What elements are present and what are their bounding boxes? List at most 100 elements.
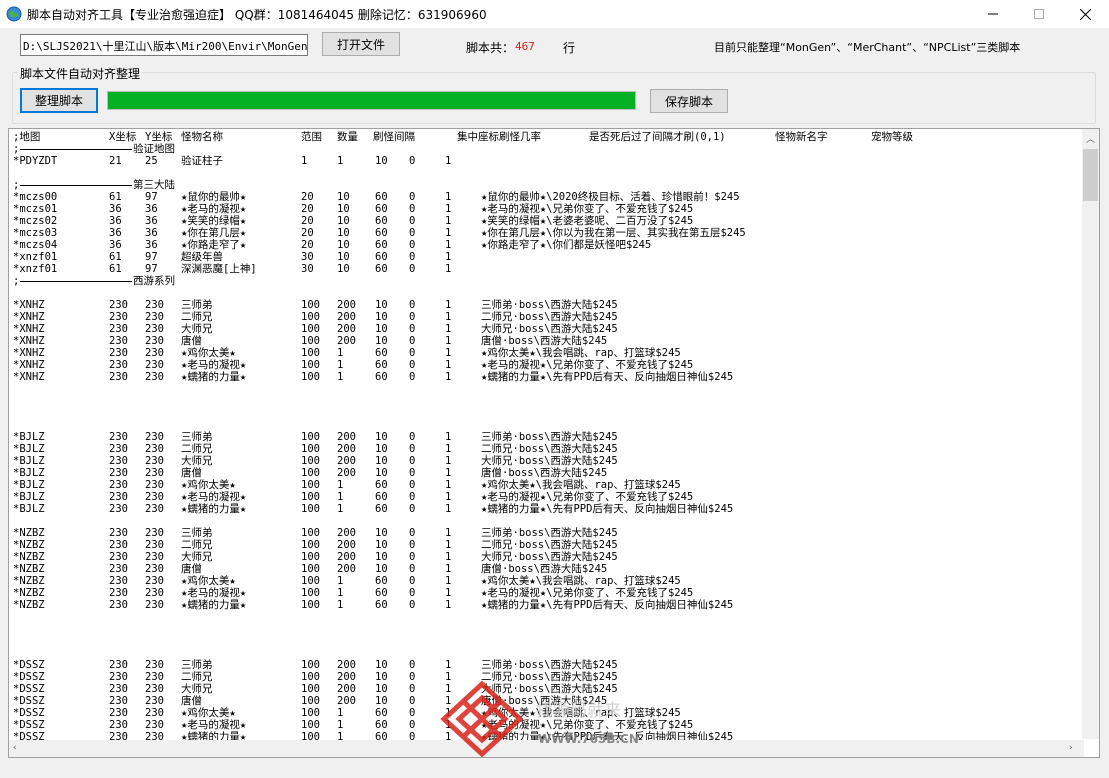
- cell-rate: 0: [409, 443, 416, 455]
- app-globe-icon: [6, 6, 22, 22]
- cell-count: 200: [337, 659, 356, 671]
- cell-x: 230: [109, 671, 128, 683]
- header-cell: Y坐标: [145, 131, 173, 143]
- cell-range: 100: [301, 323, 320, 335]
- cell-range: 100: [301, 467, 320, 479]
- cell-count: 200: [337, 323, 356, 335]
- cell-new-name: ★鸡你太美★\我会唱跳、rap、打篮球$245: [481, 479, 681, 491]
- vertical-scrollbar[interactable]: ︿: [1082, 129, 1099, 739]
- close-button[interactable]: [1062, 0, 1108, 28]
- cell-monster-name: 二师兄: [181, 443, 213, 455]
- section-label: 验证地图: [133, 143, 175, 155]
- cell-x: 230: [109, 695, 128, 707]
- cell-rate: 0: [409, 299, 416, 311]
- cell-interval: 10: [375, 455, 388, 467]
- scroll-right-icon[interactable]: ›: [1069, 743, 1073, 753]
- cell-map: *BJLZ: [13, 455, 45, 467]
- cell-monster-name: ★鼠你的最帅★: [181, 191, 247, 203]
- header-cell: 数量: [337, 131, 358, 143]
- cell-monster-name: 深渊恶魔[上神]: [181, 263, 257, 275]
- cell-rate: 0: [409, 359, 416, 371]
- cell-interval: 60: [375, 239, 388, 251]
- cell-range: 20: [301, 227, 314, 239]
- cell-interval: 60: [375, 215, 388, 227]
- cell-respawn: 1: [445, 491, 452, 503]
- cell-interval: 10: [375, 467, 388, 479]
- cell-rate: 0: [409, 215, 416, 227]
- arrange-script-button[interactable]: 整理脚本: [20, 88, 98, 113]
- maximize-button[interactable]: [1016, 0, 1062, 28]
- cell-count: 10: [337, 227, 350, 239]
- cell-new-name: 三师弟·boss\西游大陆$245: [481, 527, 618, 539]
- cell-y: 36: [145, 227, 158, 239]
- cell-monster-name: ★鸡你太美★: [181, 575, 236, 587]
- cell-count: 200: [337, 443, 356, 455]
- cell-interval: 60: [375, 491, 388, 503]
- cell-map: *NZBZ: [13, 527, 45, 539]
- cell-count: 200: [337, 299, 356, 311]
- cell-rate: 0: [409, 467, 416, 479]
- cell-monster-name: 三师弟: [181, 299, 213, 311]
- cell-y: 230: [145, 359, 164, 371]
- cell-y: 230: [145, 575, 164, 587]
- file-path-input[interactable]: D:\SLJS2021\十里江山\版本\Mir200\Envir\MonGen.…: [20, 34, 308, 56]
- cell-new-name: ★老马的凝视★\兄弟你变了、不爱充钱了$245: [481, 587, 694, 599]
- cell-new-name: ★鸡你太美★\我会唱跳、rap、打篮球$245: [481, 575, 681, 587]
- cell-new-name: 三师弟·boss\西游大陆$245: [481, 299, 618, 311]
- cell-map: *BJLZ: [13, 467, 45, 479]
- cell-y: 230: [145, 551, 164, 563]
- cell-interval: 60: [375, 227, 388, 239]
- save-script-button[interactable]: 保存脚本: [650, 89, 728, 113]
- open-file-button[interactable]: 打开文件: [322, 32, 400, 56]
- cell-monster-name: 唐僧: [181, 563, 202, 575]
- cell-y: 97: [145, 263, 158, 275]
- cell-new-name: ★老马的凝视★\兄弟你变了、不爱充钱了$245: [481, 359, 694, 371]
- cell-x: 230: [109, 347, 128, 359]
- minimize-button[interactable]: [970, 0, 1016, 28]
- script-textarea[interactable]: ;地图 X坐标 Y坐标 怪物名称 范围 数量 刷怪间隔 集中座标刷怪几率 是否死后过了间隔才刷(…: [8, 128, 1100, 758]
- cell-monster-name: 三师弟: [181, 431, 213, 443]
- cell-rate: 0: [409, 527, 416, 539]
- vertical-scroll-thumb[interactable]: [1083, 149, 1098, 201]
- cell-rate: 0: [409, 263, 416, 275]
- cell-range: 100: [301, 719, 320, 731]
- cell-x: 230: [109, 575, 128, 587]
- cell-count: 1: [337, 359, 344, 371]
- cell-y: 36: [145, 239, 158, 251]
- cell-monster-name: 大师兄: [181, 683, 213, 695]
- cell-interval: 60: [375, 719, 388, 731]
- cell-x: 230: [109, 299, 128, 311]
- scroll-up-icon[interactable]: ︿: [1086, 132, 1095, 145]
- header-cell: 宠物等级: [871, 131, 913, 143]
- cell-rate: 0: [409, 431, 416, 443]
- cell-monster-name: 验证柱子: [181, 155, 223, 167]
- cell-x: 230: [109, 587, 128, 599]
- cell-rate: 0: [409, 203, 416, 215]
- cell-range: 100: [301, 695, 320, 707]
- cell-y: 230: [145, 671, 164, 683]
- header-cell: 集中座标刷怪几率: [457, 131, 541, 143]
- cell-count: 200: [337, 455, 356, 467]
- cell-x: 61: [109, 251, 122, 263]
- scroll-left-icon[interactable]: ‹: [13, 743, 17, 753]
- cell-count: 1: [337, 707, 344, 719]
- cell-monster-name: 二师兄: [181, 671, 213, 683]
- cell-interval: 10: [375, 539, 388, 551]
- cell-interval: 10: [375, 659, 388, 671]
- cell-monster-name: ★笑笑的绿帽★: [181, 215, 247, 227]
- cell-count: 200: [337, 527, 356, 539]
- cell-range: 100: [301, 311, 320, 323]
- cell-x: 230: [109, 455, 128, 467]
- cell-new-name: ★你路走窄了★\你们都是妖怪吧$245: [481, 239, 652, 251]
- cell-rate: 0: [409, 371, 416, 383]
- cell-rate: 0: [409, 323, 416, 335]
- cell-count: 200: [337, 335, 356, 347]
- cell-map: *XNHZ: [13, 359, 45, 371]
- cell-y: 230: [145, 491, 164, 503]
- cell-count: 10: [337, 191, 350, 203]
- cell-map: *PDYZDT: [13, 155, 58, 167]
- cell-respawn: 1: [445, 455, 452, 467]
- cell-map: *mczs00: [13, 191, 58, 203]
- cell-map: *xnzf01: [13, 251, 58, 263]
- cell-y: 230: [145, 347, 164, 359]
